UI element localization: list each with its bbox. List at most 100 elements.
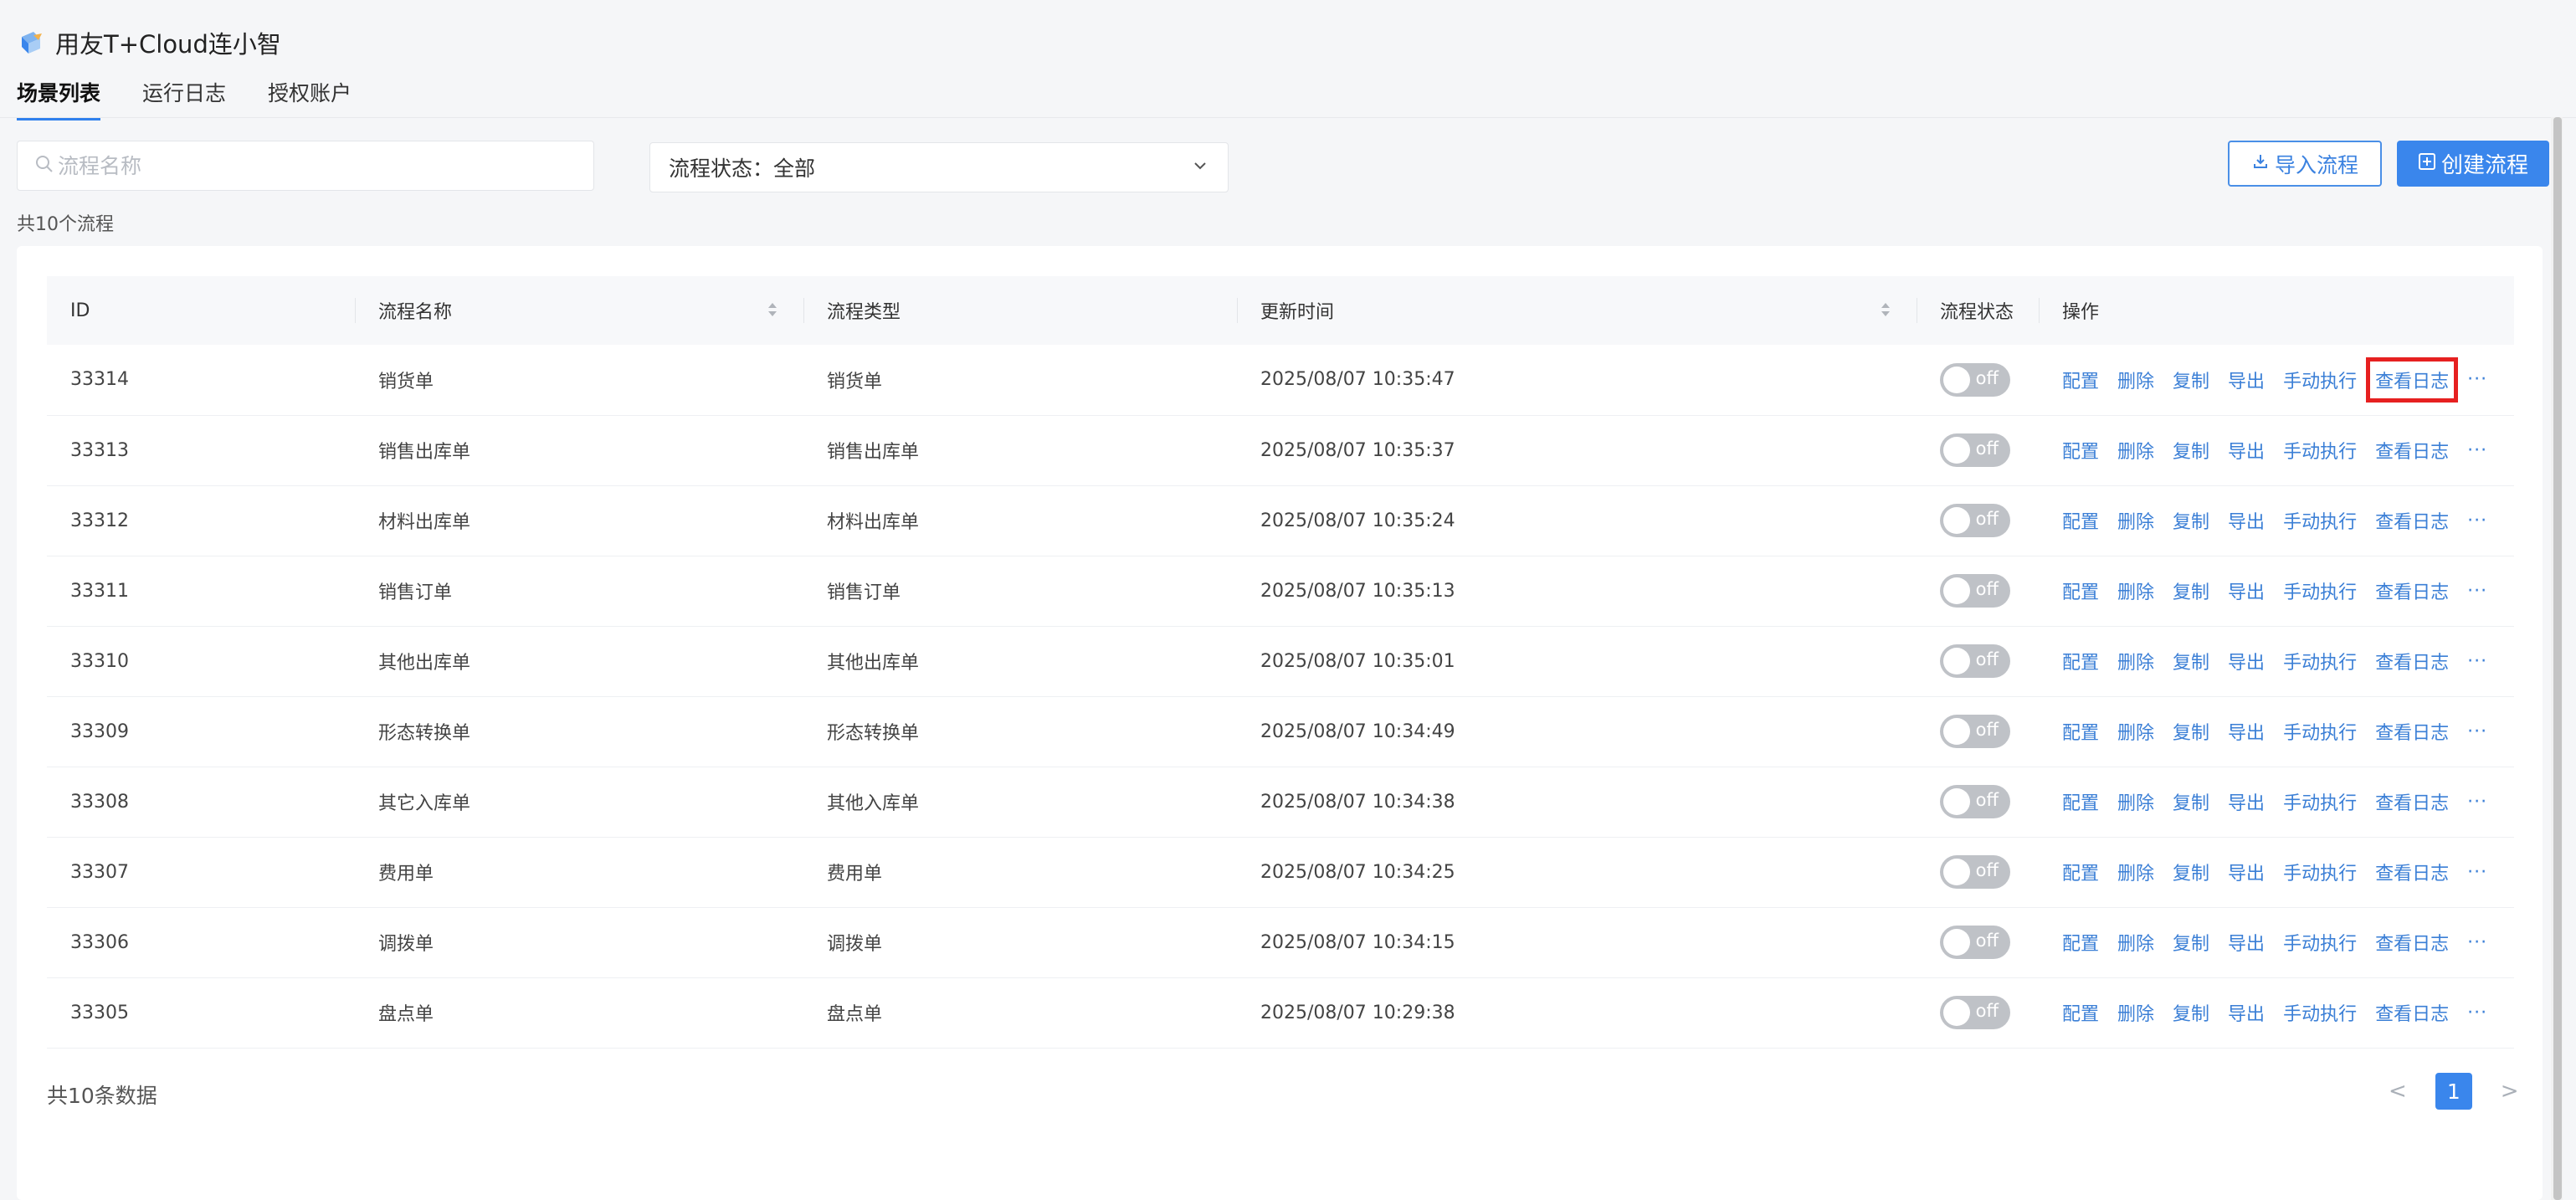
configure-button[interactable]: 配置 bbox=[2062, 929, 2099, 956]
cell-actions: 配置 删除 复制 导出 手动执行 查看日志 ··· bbox=[2039, 415, 2514, 485]
status-toggle[interactable]: off bbox=[1940, 926, 2010, 959]
delete-button[interactable]: 删除 bbox=[2117, 577, 2154, 604]
export-button[interactable]: 导出 bbox=[2228, 437, 2265, 464]
status-toggle[interactable]: off bbox=[1940, 574, 2010, 608]
manual-run-button[interactable]: 手动执行 bbox=[2283, 859, 2357, 885]
copy-button[interactable]: 复制 bbox=[2173, 718, 2209, 745]
view-log-button[interactable]: 查看日志 bbox=[2375, 999, 2449, 1026]
status-toggle[interactable]: off bbox=[1940, 644, 2010, 678]
more-actions-icon[interactable]: ··· bbox=[2467, 581, 2487, 602]
view-log-button[interactable]: 查看日志 bbox=[2375, 929, 2449, 956]
copy-button[interactable]: 复制 bbox=[2173, 859, 2209, 885]
configure-button[interactable]: 配置 bbox=[2062, 507, 2099, 534]
copy-button[interactable]: 复制 bbox=[2173, 577, 2209, 604]
manual-run-button[interactable]: 手动执行 bbox=[2283, 788, 2357, 815]
delete-button[interactable]: 删除 bbox=[2117, 859, 2154, 885]
create-flow-button[interactable]: 创建流程 bbox=[2397, 141, 2549, 187]
export-button[interactable]: 导出 bbox=[2228, 367, 2265, 393]
export-button[interactable]: 导出 bbox=[2228, 577, 2265, 604]
delete-button[interactable]: 删除 bbox=[2117, 507, 2154, 534]
status-toggle[interactable]: off bbox=[1940, 855, 2010, 889]
status-toggle[interactable]: off bbox=[1940, 362, 2010, 397]
more-actions-icon[interactable]: ··· bbox=[2467, 651, 2487, 672]
manual-run-button[interactable]: 手动执行 bbox=[2283, 999, 2357, 1026]
more-actions-icon[interactable]: ··· bbox=[2467, 1003, 2487, 1023]
tab-run-logs[interactable]: 运行日志 bbox=[142, 77, 226, 121]
view-log-button[interactable]: 查看日志 bbox=[2375, 648, 2449, 674]
manual-run-button[interactable]: 手动执行 bbox=[2283, 367, 2357, 393]
export-button[interactable]: 导出 bbox=[2228, 788, 2265, 815]
more-actions-icon[interactable]: ··· bbox=[2467, 932, 2487, 953]
more-actions-icon[interactable]: ··· bbox=[2467, 792, 2487, 813]
configure-button[interactable]: 配置 bbox=[2062, 367, 2099, 393]
export-button[interactable]: 导出 bbox=[2228, 648, 2265, 674]
more-actions-icon[interactable]: ··· bbox=[2467, 369, 2487, 390]
view-log-button[interactable]: 查看日志 bbox=[2375, 577, 2449, 604]
export-button[interactable]: 导出 bbox=[2228, 859, 2265, 885]
view-log-button[interactable]: 查看日志 bbox=[2375, 718, 2449, 745]
copy-button[interactable]: 复制 bbox=[2173, 999, 2209, 1026]
status-toggle[interactable]: off bbox=[1940, 785, 2010, 818]
copy-button[interactable]: 复制 bbox=[2173, 929, 2209, 956]
view-log-button[interactable]: 查看日志 bbox=[2366, 356, 2459, 403]
tab-authorized-accounts[interactable]: 授权账户 bbox=[268, 77, 352, 121]
delete-button[interactable]: 删除 bbox=[2117, 367, 2154, 393]
sort-icon[interactable] bbox=[1880, 300, 1891, 320]
delete-button[interactable]: 删除 bbox=[2117, 788, 2154, 815]
manual-run-button[interactable]: 手动执行 bbox=[2283, 929, 2357, 956]
delete-button[interactable]: 删除 bbox=[2117, 999, 2154, 1026]
status-toggle[interactable]: off bbox=[1940, 715, 2010, 748]
delete-button[interactable]: 删除 bbox=[2117, 929, 2154, 956]
search-input[interactable] bbox=[58, 153, 560, 178]
scrollbar-thumb[interactable] bbox=[2553, 117, 2562, 1200]
copy-button[interactable]: 复制 bbox=[2173, 437, 2209, 464]
export-button[interactable]: 导出 bbox=[2228, 507, 2265, 534]
copy-button[interactable]: 复制 bbox=[2173, 367, 2209, 393]
configure-button[interactable]: 配置 bbox=[2062, 437, 2099, 464]
more-actions-icon[interactable]: ··· bbox=[2467, 862, 2487, 883]
export-button[interactable]: 导出 bbox=[2228, 718, 2265, 745]
prev-page-button[interactable]: < bbox=[2389, 1079, 2407, 1104]
col-header-updated[interactable]: 更新时间 bbox=[1237, 276, 1917, 345]
status-filter-select[interactable]: 流程状态：全部 bbox=[649, 142, 1229, 192]
search-box[interactable] bbox=[17, 141, 594, 191]
manual-run-button[interactable]: 手动执行 bbox=[2283, 718, 2357, 745]
configure-button[interactable]: 配置 bbox=[2062, 718, 2099, 745]
manual-run-button[interactable]: 手动执行 bbox=[2283, 507, 2357, 534]
next-page-button[interactable]: > bbox=[2501, 1079, 2519, 1104]
view-log-button[interactable]: 查看日志 bbox=[2375, 788, 2449, 815]
more-actions-icon[interactable]: ··· bbox=[2467, 440, 2487, 461]
tab-scene-list[interactable]: 场景列表 bbox=[17, 77, 101, 121]
configure-button[interactable]: 配置 bbox=[2062, 577, 2099, 604]
configure-button[interactable]: 配置 bbox=[2062, 859, 2099, 885]
delete-button[interactable]: 删除 bbox=[2117, 437, 2154, 464]
status-toggle[interactable]: off bbox=[1940, 433, 2010, 467]
view-log-button[interactable]: 查看日志 bbox=[2375, 437, 2449, 464]
vertical-scrollbar[interactable] bbox=[2551, 117, 2563, 1200]
manual-run-button[interactable]: 手动执行 bbox=[2283, 577, 2357, 604]
copy-button[interactable]: 复制 bbox=[2173, 507, 2209, 534]
col-header-name[interactable]: 流程名称 bbox=[355, 276, 803, 345]
toggle-knob bbox=[1943, 999, 1970, 1026]
more-actions-icon[interactable]: ··· bbox=[2467, 721, 2487, 742]
view-log-button[interactable]: 查看日志 bbox=[2375, 859, 2449, 885]
status-toggle[interactable]: off bbox=[1940, 996, 2010, 1029]
import-flow-button[interactable]: 导入流程 bbox=[2228, 141, 2382, 187]
page-button-current[interactable]: 1 bbox=[2435, 1073, 2472, 1110]
status-toggle[interactable]: off bbox=[1940, 504, 2010, 537]
more-actions-icon[interactable]: ··· bbox=[2467, 510, 2487, 531]
export-button[interactable]: 导出 bbox=[2228, 999, 2265, 1026]
manual-run-button[interactable]: 手动执行 bbox=[2283, 437, 2357, 464]
copy-button[interactable]: 复制 bbox=[2173, 788, 2209, 815]
configure-button[interactable]: 配置 bbox=[2062, 788, 2099, 815]
configure-button[interactable]: 配置 bbox=[2062, 648, 2099, 674]
sort-icon[interactable] bbox=[767, 300, 778, 320]
row-actions: 配置 删除 复制 导出 手动执行 查看日志 ··· bbox=[2062, 718, 2514, 745]
delete-button[interactable]: 删除 bbox=[2117, 648, 2154, 674]
configure-button[interactable]: 配置 bbox=[2062, 999, 2099, 1026]
delete-button[interactable]: 删除 bbox=[2117, 718, 2154, 745]
export-button[interactable]: 导出 bbox=[2228, 929, 2265, 956]
view-log-button[interactable]: 查看日志 bbox=[2375, 507, 2449, 534]
copy-button[interactable]: 复制 bbox=[2173, 648, 2209, 674]
manual-run-button[interactable]: 手动执行 bbox=[2283, 648, 2357, 674]
